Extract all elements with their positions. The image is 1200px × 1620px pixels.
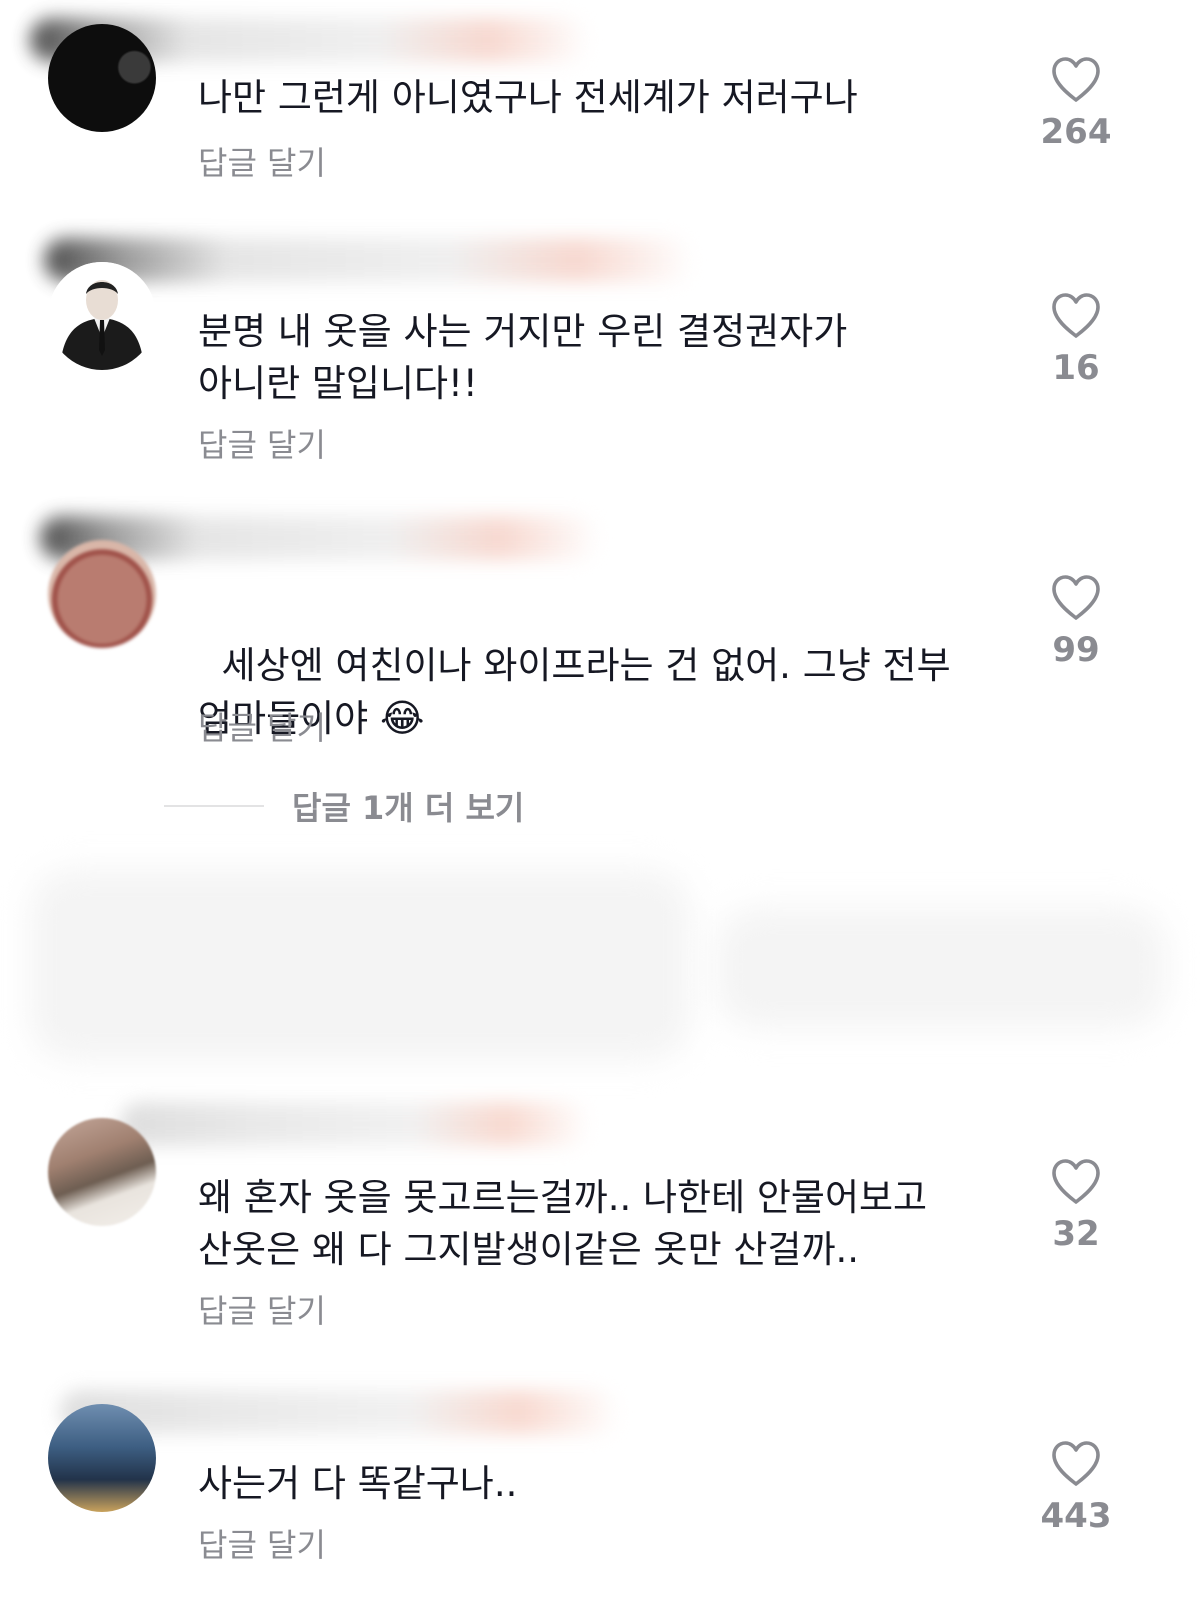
heart-icon[interactable] [1050, 1158, 1102, 1206]
like-count: 99 [1052, 630, 1100, 670]
like-count: 16 [1052, 348, 1100, 388]
comment-text: 왜 혼자 옷을 못고르는걸까.. 나한테 안물어보고 산옷은 왜 다 그지발생이… [198, 1176, 928, 1271]
reply-button[interactable]: 답글 달기 [198, 138, 326, 184]
like-button[interactable]: 443 [1016, 1440, 1136, 1536]
heart-icon[interactable] [1050, 574, 1102, 622]
avatar[interactable] [48, 540, 156, 648]
like-count: 443 [1040, 1496, 1112, 1536]
comment-text: 분명 내 옷을 사는 거지만 우린 결정권자가 아니란 말입니다!! [198, 310, 848, 405]
like-button[interactable]: 99 [1016, 574, 1136, 670]
avatar[interactable] [48, 1118, 156, 1226]
username-redacted [120, 1102, 590, 1146]
reply-button[interactable]: 답글 달기 [198, 1520, 326, 1566]
redacted-area [716, 908, 1166, 1028]
like-button[interactable]: 16 [1016, 292, 1136, 388]
avatar[interactable] [48, 1404, 156, 1512]
heart-icon[interactable] [1050, 56, 1102, 104]
suit-figure-icon [48, 262, 156, 370]
divider [164, 805, 264, 807]
laughing-emoji-icon: 😂 [379, 696, 425, 740]
username-redacted [44, 238, 694, 282]
comment-text: 사는거 다 똑같구나.. [198, 1462, 518, 1505]
reply-button[interactable]: 답글 달기 [198, 420, 326, 466]
view-more-replies[interactable]: 답글 1개 더 보기 [164, 783, 524, 829]
reply-button[interactable]: 답글 달기 [198, 1286, 326, 1332]
like-button[interactable]: 264 [1016, 56, 1136, 152]
like-count: 264 [1040, 112, 1112, 152]
like-button[interactable]: 32 [1016, 1158, 1136, 1254]
redacted-area [30, 870, 690, 1060]
comment-text: 나만 그런게 아니였구나 전세계가 저러구나 [198, 76, 858, 119]
avatar[interactable] [48, 24, 156, 132]
heart-icon[interactable] [1050, 292, 1102, 340]
avatar[interactable] [48, 262, 156, 370]
reply-button[interactable]: 답글 달기 [198, 703, 326, 749]
view-more-replies-label[interactable]: 답글 1개 더 보기 [292, 783, 524, 829]
heart-icon[interactable] [1050, 1440, 1102, 1488]
like-count: 32 [1052, 1214, 1100, 1254]
